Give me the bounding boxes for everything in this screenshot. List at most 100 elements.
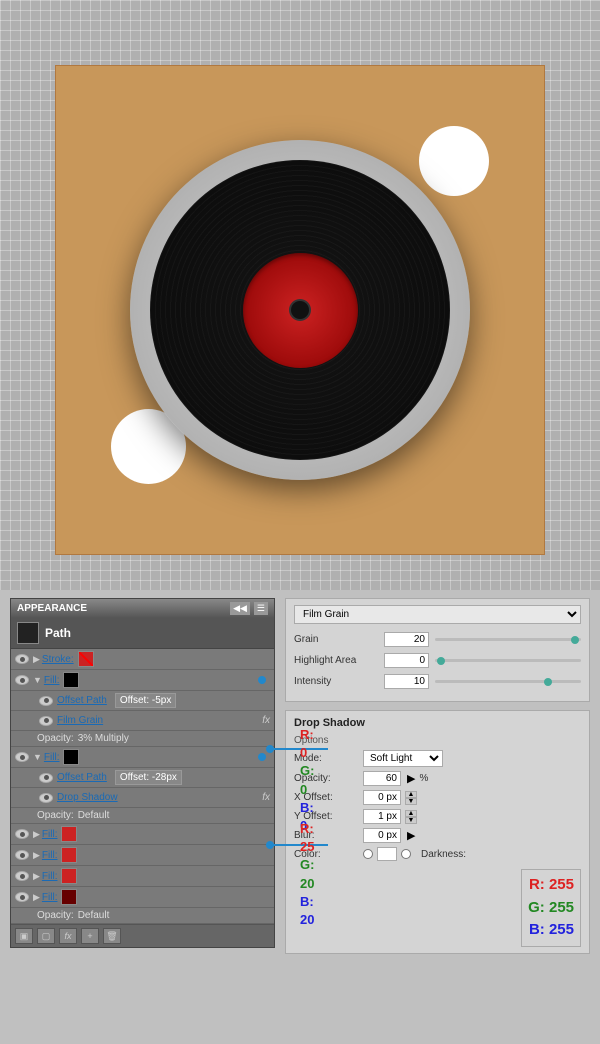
grain-slider-track [435,638,581,641]
grain-row: Grain [294,632,581,647]
ds-blur-row: Blur: ▶ [294,828,581,843]
eye-icon-fill2[interactable] [15,752,29,762]
intensity-value-input[interactable] [384,674,429,689]
stroke-swatch[interactable] [78,651,94,667]
toolbar-fx-btn[interactable]: fx [59,928,77,944]
fill2-swatch[interactable] [63,749,79,765]
stroke-label[interactable]: Stroke: [42,654,74,665]
film-grain-label[interactable]: Film Grain [57,715,103,726]
eye-icon-fill1[interactable] [15,675,29,685]
drop-shadow-label[interactable]: Drop Shadow [57,792,118,803]
film-grain-dropdown[interactable]: Film Grain [294,605,581,624]
fill6-swatch[interactable] [61,889,77,905]
film-grain-dropdown-row: Film Grain [294,605,581,624]
fill3-label[interactable]: Fill: [42,829,58,840]
fill-row-5: ▶ Fill: [11,866,274,887]
ds-blur-arrow[interactable]: ▶ [407,829,415,842]
highlight-row: Highlight Area [294,653,581,668]
ds-opacity-input[interactable] [363,771,401,786]
grain-value-input[interactable] [384,632,429,647]
path-label: Path [45,626,71,640]
offset-path-label-1[interactable]: Offset Path [57,695,107,706]
ds-color-radio[interactable] [363,849,373,859]
grain-slider-thumb[interactable] [571,636,579,644]
stroke-arrow-icon: ▶ [33,654,40,665]
vinyl-record [150,160,450,460]
fill3-swatch[interactable] [61,826,77,842]
highlight-slider-thumb[interactable] [437,657,445,665]
toolbar-rounded-btn[interactable]: ▢ [37,928,55,944]
fill6-arrow-icon: ▶ [33,892,40,903]
appearance-panel: APPEARANCE ◀◀ ☰ Path ▶ Stroke: [10,598,275,948]
highlight-slider-track [435,659,581,662]
offset-value-2[interactable]: Offset: -28px [115,770,182,785]
eye-icon-film-grain[interactable] [39,716,53,726]
offset-path-label-2[interactable]: Offset Path [57,772,107,783]
ds-opacity-arrow[interactable]: ▶ [407,772,415,785]
intensity-slider-thumb[interactable] [544,678,552,686]
fill2-arrow-icon: ▼ [33,752,42,762]
fill4-arrow-icon: ▶ [33,850,40,861]
panel-collapse-btn[interactable]: ◀◀ [230,602,250,615]
toolbar-add-btn[interactable]: + [81,928,99,944]
rgb-float-1: R: 0 G: 0 B: 0 [300,726,314,835]
toolbar-new-layer-btn[interactable]: ▣ [15,928,33,944]
ds-x-down-btn[interactable]: ▼ [405,798,417,805]
ds-mode-select[interactable]: Soft Light [363,750,443,767]
fill3-arrow-icon: ▶ [33,829,40,840]
opacity-row-3: Opacity: Default [11,908,274,924]
ds-percent-label: % [419,773,428,784]
ds-x-input[interactable] [363,790,401,805]
intensity-slider-track [435,680,581,683]
opacity-value-2: Default [78,810,110,821]
stroke-row: ▶ Stroke: [11,649,274,670]
ds-blur-input[interactable] [363,828,401,843]
ds-y-down-btn[interactable]: ▼ [405,817,417,824]
fill1-connector-dot [258,676,266,684]
panel-titlebar: APPEARANCE ◀◀ ☰ [11,599,274,618]
eye-icon-stroke[interactable] [15,654,29,664]
opacity-row-2: Opacity: Default [11,808,274,824]
rgb-float-2: R: 25 G: 20 B: 20 [300,820,314,929]
toolbar-trash-btn[interactable]: 🗑 [103,928,121,944]
fill4-label[interactable]: Fill: [42,850,58,861]
fill5-label[interactable]: Fill: [42,871,58,882]
eye-icon-fill5[interactable] [15,871,29,881]
connector-line-1 [270,748,328,750]
fx-badge-2: fx [262,792,270,803]
fill1-swatch[interactable] [63,672,79,688]
eye-icon-drop-shadow[interactable] [39,793,53,803]
highlight-value-input[interactable] [384,653,429,668]
fill5-swatch[interactable] [61,868,77,884]
highlight-label: Highlight Area [294,655,384,666]
film-grain-panel: Film Grain Grain Highlight Area [285,598,590,702]
drop-shadow-panel: Drop Shadow Options Mode: Soft Light Opa… [285,710,590,954]
eye-icon-offset2[interactable] [39,773,53,783]
ds-y-input[interactable] [363,809,401,824]
ds-darkness-radio[interactable] [401,849,411,859]
offset-value-1[interactable]: Offset: -5px [115,693,177,708]
ds-opacity-row: Opacity: ▶ % [294,771,581,786]
intensity-slider[interactable] [435,677,581,687]
ds-r-value: R: 255 [528,874,574,897]
fill2-label[interactable]: Fill: [44,752,60,763]
grain-slider[interactable] [435,635,581,645]
panel-title-controls: ◀◀ ☰ [230,602,268,615]
fill4-swatch[interactable] [61,847,77,863]
eye-icon-fill4[interactable] [15,850,29,860]
appearance-panel-wrapper: APPEARANCE ◀◀ ☰ Path ▶ Stroke: [10,598,275,1036]
ds-y-up-btn[interactable]: ▲ [405,810,417,817]
ds-color-swatch[interactable] [377,847,397,861]
drop-shadow-title: Drop Shadow [294,717,581,729]
eye-icon-offset1[interactable] [39,696,53,706]
fill1-label[interactable]: Fill: [44,675,60,686]
ds-b-value: B: 255 [528,919,574,942]
highlight-slider[interactable] [435,656,581,666]
fill6-label[interactable]: Fill: [42,892,58,903]
circle-top-right [419,126,489,196]
ds-x-up-btn[interactable]: ▲ [405,791,417,798]
film-grain-row: Film Grain fx [11,711,274,731]
eye-icon-fill6[interactable] [15,892,29,902]
panel-menu-btn[interactable]: ☰ [254,602,268,615]
eye-icon-fill3[interactable] [15,829,29,839]
